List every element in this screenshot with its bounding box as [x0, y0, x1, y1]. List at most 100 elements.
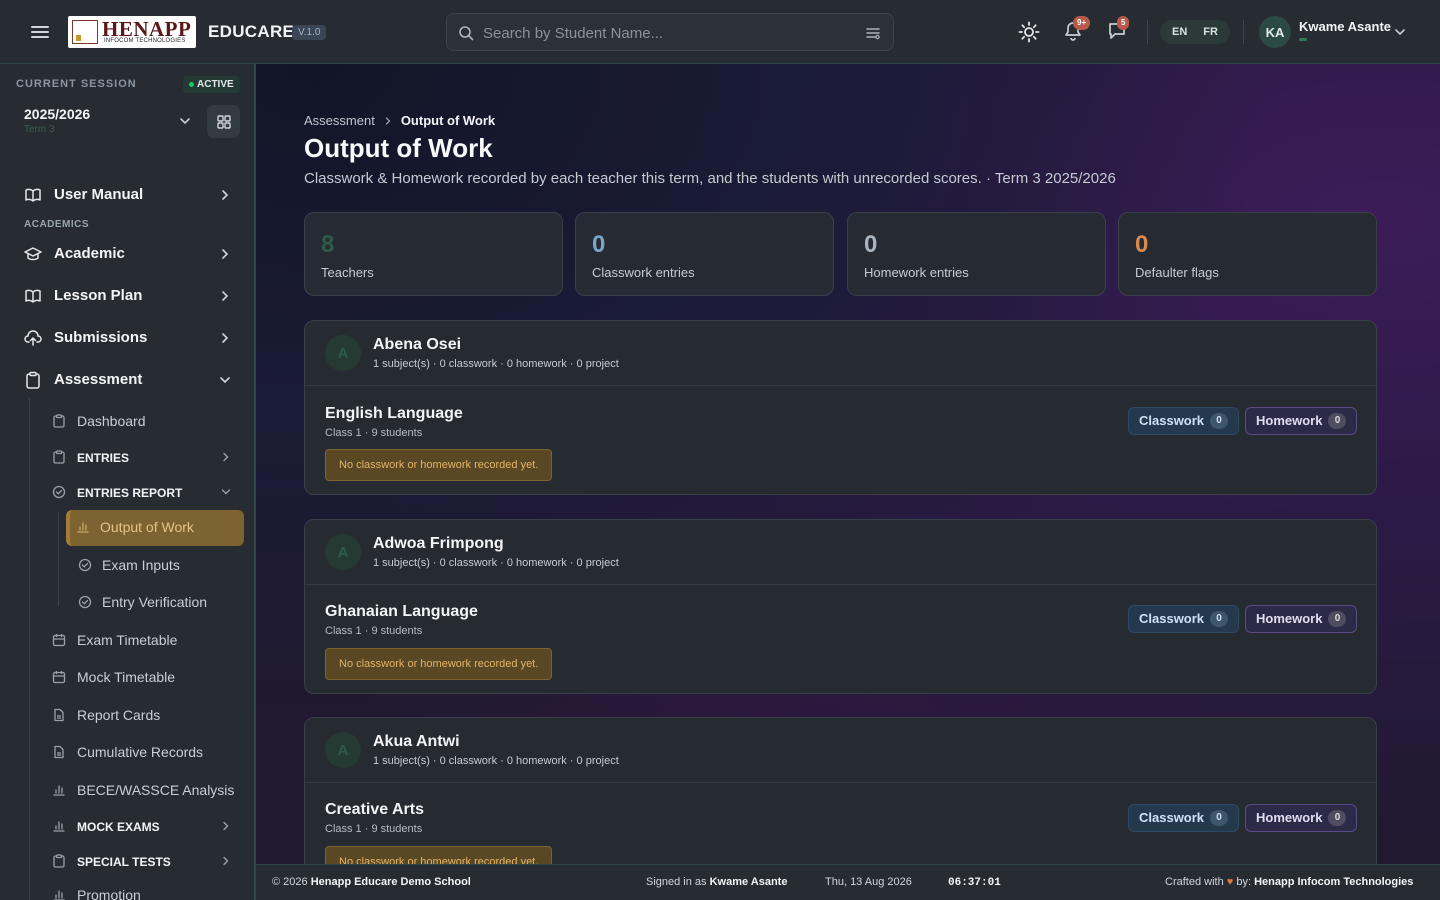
classwork-pill[interactable]: Classwork 0: [1128, 407, 1240, 435]
sidebar-item-label: MOCK EXAMS: [77, 820, 160, 834]
clipboard-icon: [52, 414, 66, 428]
avatar: KA: [1259, 16, 1291, 48]
chevron-right-icon: [220, 855, 232, 867]
pill-label: Classwork: [1139, 611, 1205, 626]
messages-chat-icon[interactable]: 5: [1107, 16, 1130, 42]
homework-pill[interactable]: Homework 0: [1245, 407, 1358, 435]
sidebar-item-label: Academic: [54, 245, 125, 262]
stat-value: 0: [1135, 231, 1149, 258]
sidebar-item-entries[interactable]: ENTRIES: [46, 440, 242, 474]
online-indicator: [1299, 38, 1307, 41]
warning-notice: No classwork or homework recorded yet.: [325, 846, 553, 864]
sidebar-item-label: Dashboard: [77, 413, 146, 429]
lang-fr-option[interactable]: FR: [1203, 26, 1218, 38]
sidebar-item-mock-exams[interactable]: MOCK EXAMS: [46, 809, 242, 843]
sidebar-item-exam-timetable[interactable]: Exam Timetable: [46, 623, 242, 657]
stat-label: Defaulter flags: [1135, 265, 1219, 280]
classwork-pill[interactable]: Classwork 0: [1128, 605, 1240, 633]
sidebar-item-bece-wassce-analysis[interactable]: BECE/WASSCE Analysis: [46, 773, 242, 807]
sidebar-item-label: Exam Timetable: [77, 632, 178, 648]
sidebar-item-label: Exam Inputs: [102, 557, 180, 573]
classwork-pill[interactable]: Classwork 0: [1128, 804, 1240, 832]
sidebar-item-label: ENTRIES: [77, 451, 130, 465]
logo-subtext: INFOCOM TECHNOLOGIES: [104, 38, 186, 44]
clipboard-icon: [52, 450, 66, 464]
check-circle-icon: [78, 595, 92, 609]
user-menu[interactable]: KA Kwame Asante: [1259, 16, 1419, 48]
sidebar-item-user-manual[interactable]: User Manual: [16, 176, 242, 214]
session-label: CURRENT SESSION: [16, 78, 137, 90]
sidebar-item-label: ENTRIES REPORT: [77, 486, 183, 500]
sidebar-item-label: Assessment: [54, 371, 143, 388]
bar-chart-icon: [76, 520, 90, 534]
chevron-right-icon: [220, 451, 232, 463]
sidebar-item-dashboard[interactable]: Dashboard: [46, 404, 242, 438]
sidebar-item-entries-report[interactable]: ENTRIES REPORT: [46, 475, 242, 509]
sidebar-item-mock-timetable[interactable]: Mock Timetable: [46, 660, 242, 694]
sidebar-item-assessment[interactable]: Assessment: [16, 361, 242, 399]
pill-label: Classwork: [1139, 810, 1205, 825]
top-bar: HENAPP INFOCOM TECHNOLOGIES EDUCARE V.1.…: [0, 0, 1440, 64]
apps-grid-button[interactable]: [207, 105, 240, 138]
session-selector[interactable]: 2025/2026 Term 3: [16, 101, 200, 141]
sidebar-item-special-tests[interactable]: SPECIAL TESTS: [46, 844, 242, 878]
calendar-icon: [52, 633, 66, 647]
avatar: A: [325, 732, 361, 768]
sidebar-item-label: Entry Verification: [102, 594, 208, 610]
notifications-bell-icon[interactable]: 9+: [1063, 16, 1091, 42]
logo[interactable]: HENAPP INFOCOM TECHNOLOGIES: [68, 16, 196, 48]
avatar: A: [325, 335, 361, 371]
chevron-right-icon: [383, 116, 393, 126]
breadcrumb-link-assessment[interactable]: Assessment: [304, 113, 375, 128]
chevron-right-icon: [218, 188, 232, 202]
sidebar-item-promotion[interactable]: Promotion: [46, 878, 242, 900]
pill-label: Homework: [1256, 611, 1323, 626]
logo-mark: [72, 20, 98, 44]
stat-label: Homework entries: [864, 265, 969, 280]
search-input[interactable]: [483, 22, 853, 44]
sidebar-item-lesson-plan[interactable]: Lesson Plan: [16, 277, 242, 315]
footer-copyright: © 2026 Henapp Educare Demo School: [272, 876, 471, 888]
check-circle-icon: [52, 485, 66, 499]
sidebar-item-submissions[interactable]: Submissions: [16, 319, 242, 357]
menu-icon[interactable]: [28, 20, 52, 44]
section-heading-academics: ACADEMICS: [24, 219, 90, 230]
chevron-down-icon: [220, 486, 232, 498]
sidebar-item-cumulative-records[interactable]: Cumulative Records: [46, 735, 242, 769]
lang-en-option[interactable]: EN: [1172, 26, 1187, 38]
chevron-right-icon: [218, 247, 232, 261]
sidebar-item-label: Mock Timetable: [77, 669, 176, 685]
signed-in-user: Kwame Asante: [709, 876, 788, 888]
document-icon: [52, 708, 66, 722]
session-term: Term 3: [24, 124, 55, 135]
divider: [1243, 20, 1244, 44]
chevron-right-icon: [220, 820, 232, 832]
sidebar-item-entry-verification[interactable]: Entry Verification: [72, 585, 242, 619]
sidebar-item-label: SPECIAL TESTS: [77, 855, 171, 869]
sidebar-item-academic[interactable]: Academic: [16, 235, 242, 273]
theme-toggle-sun-icon[interactable]: [1017, 20, 1041, 44]
homework-pill[interactable]: Homework 0: [1245, 804, 1358, 832]
teacher-card: A Abena Osei 1 subject(s) · 0 classwork …: [304, 320, 1377, 495]
subject-name: English Language: [325, 405, 463, 422]
stat-label: Teachers: [321, 265, 374, 280]
pill-label: Homework: [1256, 413, 1323, 428]
stat-value: 8: [321, 231, 335, 258]
teacher-card: A Akua Antwi 1 subject(s) · 0 classwork …: [304, 717, 1377, 864]
homework-pill[interactable]: Homework 0: [1245, 605, 1358, 633]
clock-time: 06:37:01: [948, 877, 1001, 889]
sidebar-item-exam-inputs[interactable]: Exam Inputs: [72, 548, 242, 582]
pill-count: 0: [1210, 611, 1229, 627]
credits-company[interactable]: Henapp Infocom Technologies: [1254, 876, 1413, 888]
page-title: Output of Work: [304, 133, 493, 163]
stat-card-homework: 0 Homework entries: [847, 212, 1106, 296]
filter-icon[interactable]: [865, 25, 881, 41]
sidebar-item-output-of-work[interactable]: Output of Work: [66, 510, 244, 546]
stat-value: 0: [864, 231, 878, 258]
bar-chart-icon: [52, 783, 66, 797]
teacher-meta: 1 subject(s) · 0 classwork · 0 homework …: [373, 358, 619, 370]
breadcrumb-current: Output of Work: [400, 113, 496, 128]
sidebar-item-report-cards[interactable]: Report Cards: [46, 698, 242, 732]
class-info: Class 1 · 9 students: [325, 427, 423, 439]
teacher-card-header: A Adwoa Frimpong 1 subject(s) · 0 classw…: [305, 520, 1376, 585]
